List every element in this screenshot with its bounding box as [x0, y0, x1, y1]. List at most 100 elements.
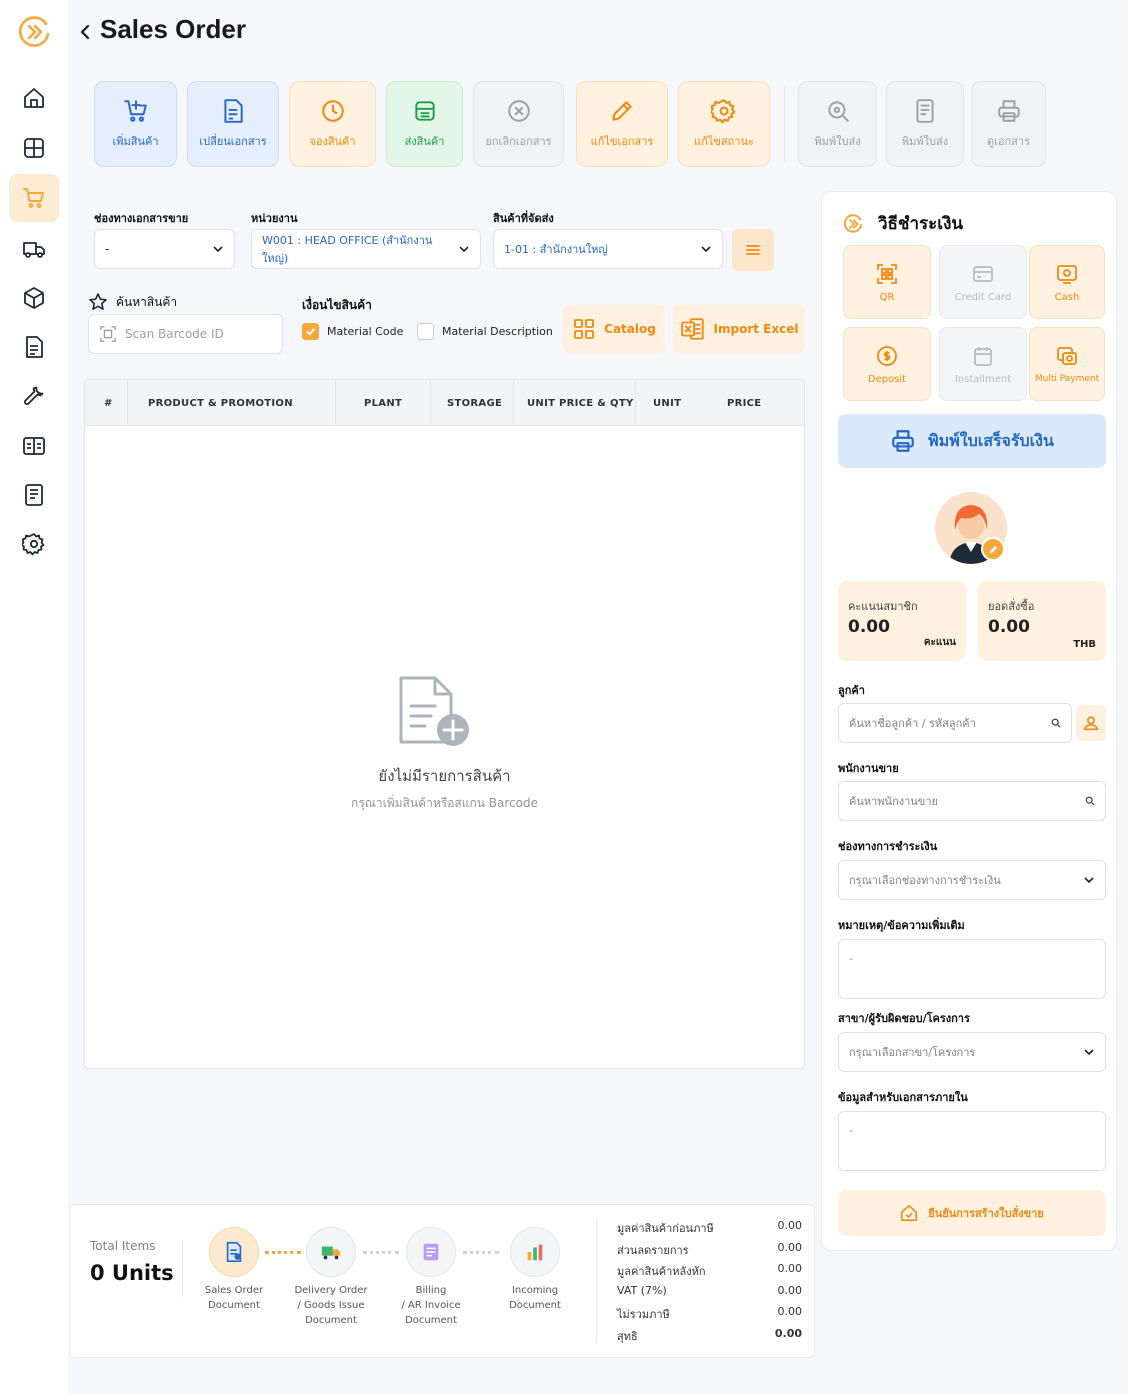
print-receipt-button[interactable]: พิมพ์ใบเสร็จรับเงิน — [838, 414, 1106, 468]
clock-icon — [321, 100, 344, 122]
material-description-option[interactable]: Material Description — [417, 323, 553, 340]
salesperson-placeholder: ค้นหาพนักงานขาย — [849, 795, 938, 808]
col-number: # — [104, 397, 113, 409]
truck-icon — [321, 1246, 341, 1260]
channel-label: ช่องทางเอกสารขาย — [94, 212, 189, 225]
note-textarea[interactable]: - — [838, 939, 1106, 999]
internal-info-textarea[interactable]: - — [838, 1111, 1106, 1171]
cancel-document-button[interactable]: ยกเลิกเอกสาร — [473, 81, 564, 167]
edit-status-button[interactable]: แก้ไขสถานะ — [678, 81, 770, 167]
customer-label: ลูกค้า — [838, 684, 865, 697]
material-code-option[interactable]: Material Code — [302, 323, 403, 340]
add-product-button[interactable]: เพิ่มสินค้า — [94, 81, 177, 167]
print-ship-preview-label: พิมพ์ใบส่ง — [814, 135, 861, 148]
truck-icon — [23, 242, 45, 258]
sidebar-settings[interactable] — [9, 520, 59, 568]
sidebar-home[interactable] — [9, 74, 59, 122]
options-menu-button[interactable] — [732, 229, 774, 271]
edit-document-button[interactable]: แก้ไขเอกสาร — [576, 81, 668, 167]
salesperson-search-input[interactable]: ค้นหาพนักงานขาย — [838, 781, 1106, 821]
material-description-label: Material Description — [442, 325, 553, 338]
catalog-button[interactable]: Catalog — [563, 305, 665, 353]
sidebar-sales[interactable] — [9, 174, 59, 222]
sidebar-inventory[interactable] — [9, 274, 59, 322]
home-icon — [24, 88, 44, 108]
summary-row: ส่วนลดรายการ 0.00 — [617, 1241, 802, 1263]
app-logo-icon[interactable] — [16, 14, 52, 50]
document-edit-icon — [224, 99, 243, 123]
edit-document-label: แก้ไขเอกสาร — [590, 135, 654, 148]
back-button[interactable] — [78, 18, 96, 46]
chevron-down-icon — [1084, 1049, 1094, 1056]
change-document-button[interactable]: เปลี่ยนเอกสาร — [187, 81, 279, 167]
sidebar-documents[interactable] — [9, 323, 59, 371]
user-icon — [1083, 716, 1099, 731]
pay-method-credit-card[interactable]: Credit Card — [939, 245, 1027, 319]
step-line: Sales Order — [204, 1285, 264, 1296]
pay-method-label: Cash — [1054, 291, 1080, 303]
unit-select[interactable]: W001 : HEAD OFFICE (สำนักงานใหญ่) — [251, 229, 481, 269]
step-incoming[interactable] — [510, 1227, 560, 1277]
column-divider — [430, 380, 431, 426]
step-billing[interactable] — [406, 1227, 456, 1277]
material-description-checkbox[interactable] — [417, 323, 434, 340]
pay-method-deposit[interactable]: Deposit — [843, 327, 931, 401]
star-icon[interactable] — [88, 292, 108, 312]
material-code-label: Material Code — [327, 325, 404, 338]
edit-avatar-button[interactable] — [981, 537, 1005, 561]
ship-location-select[interactable]: 1-01 : สำนักงานใหญ่ — [493, 229, 723, 269]
branch-select[interactable]: กรุณาเลือกสาขา/โครงการ — [838, 1032, 1106, 1072]
step-delivery-order[interactable] — [306, 1227, 356, 1277]
sidebar-tools[interactable] — [9, 372, 59, 420]
step-line: Document — [305, 1315, 357, 1326]
channel-select[interactable]: - — [94, 229, 235, 269]
column-divider — [513, 380, 514, 426]
pay-method-installment[interactable]: Installment — [939, 327, 1027, 401]
payment-header: วิธีชำระเงิน — [842, 210, 963, 237]
material-code-checkbox[interactable] — [302, 323, 319, 340]
credit-card-icon — [973, 265, 993, 282]
import-excel-button[interactable]: Import Excel — [673, 305, 805, 353]
confirm-order-button[interactable]: ยืนยันการสร้างใบสั่งขาย — [838, 1190, 1106, 1236]
search-icon — [827, 101, 849, 122]
summary-value: 0.00 — [777, 1305, 803, 1318]
close-circle-icon — [507, 100, 530, 122]
coin-icon — [877, 345, 897, 366]
reserve-button[interactable]: จองสินค้า — [289, 81, 376, 167]
sidebar-delivery[interactable] — [9, 225, 59, 273]
ship-location-value: 1-01 : สำนักงานใหญ่ — [504, 243, 608, 256]
pay-method-qr[interactable]: QR — [843, 245, 931, 319]
payment-channel-select[interactable]: กรุณาเลือกช่องทางการชำระเงิน — [838, 860, 1106, 900]
view-document-button[interactable]: ดูเอกสาร — [971, 81, 1046, 167]
pay-method-cash[interactable]: Cash — [1029, 245, 1105, 319]
summary-label: สุทธิ — [617, 1329, 638, 1343]
customer-search-input[interactable]: ค้นหาชื่อลูกค้า / รหัสลูกค้า — [838, 703, 1072, 743]
ship-button[interactable]: ส่งสินค้า — [386, 81, 463, 167]
grid-icon — [574, 319, 595, 339]
column-divider — [335, 380, 336, 426]
confirm-order-label: ยืนยันการสร้างใบสั่งขาย — [928, 1207, 1044, 1220]
col-unit-price-qty: UNIT PRICE & QTY — [527, 397, 634, 409]
table-header: # PRODUCT & PROMOTION PLANT STORAGE UNIT… — [85, 380, 804, 426]
step-connector — [265, 1251, 301, 1254]
check-icon — [306, 328, 315, 336]
summary-row: ไม่รวมภาษี 0.00 — [617, 1305, 802, 1327]
pay-method-label: Credit Card — [954, 291, 1012, 303]
customer-profile-button[interactable] — [1076, 705, 1106, 741]
step-line: Document — [509, 1300, 561, 1311]
sidebar-dashboard[interactable] — [9, 124, 59, 172]
add-product-label: เพิ่มสินค้า — [112, 135, 159, 148]
print-ship-button[interactable]: พิมพ์ใบส่ง — [886, 81, 964, 167]
barcode-search-input[interactable]: Scan Barcode ID — [88, 314, 283, 354]
grid-icon — [24, 138, 44, 158]
pay-method-multi[interactable]: Multi Payment — [1029, 327, 1105, 401]
print-ship-preview-button[interactable]: พิมพ์ใบส่ง — [798, 81, 877, 167]
step-line: / Goods Issue — [297, 1300, 365, 1311]
sidebar-reports[interactable] — [9, 471, 59, 519]
printer-icon — [997, 100, 1020, 122]
step-line: Document — [405, 1315, 457, 1326]
step-sales-order[interactable] — [209, 1227, 259, 1277]
branch-placeholder: กรุณาเลือกสาขา/โครงการ — [849, 1046, 976, 1059]
sidebar-catalog[interactable] — [9, 422, 59, 470]
total-items-label: Total Items — [90, 1239, 156, 1253]
